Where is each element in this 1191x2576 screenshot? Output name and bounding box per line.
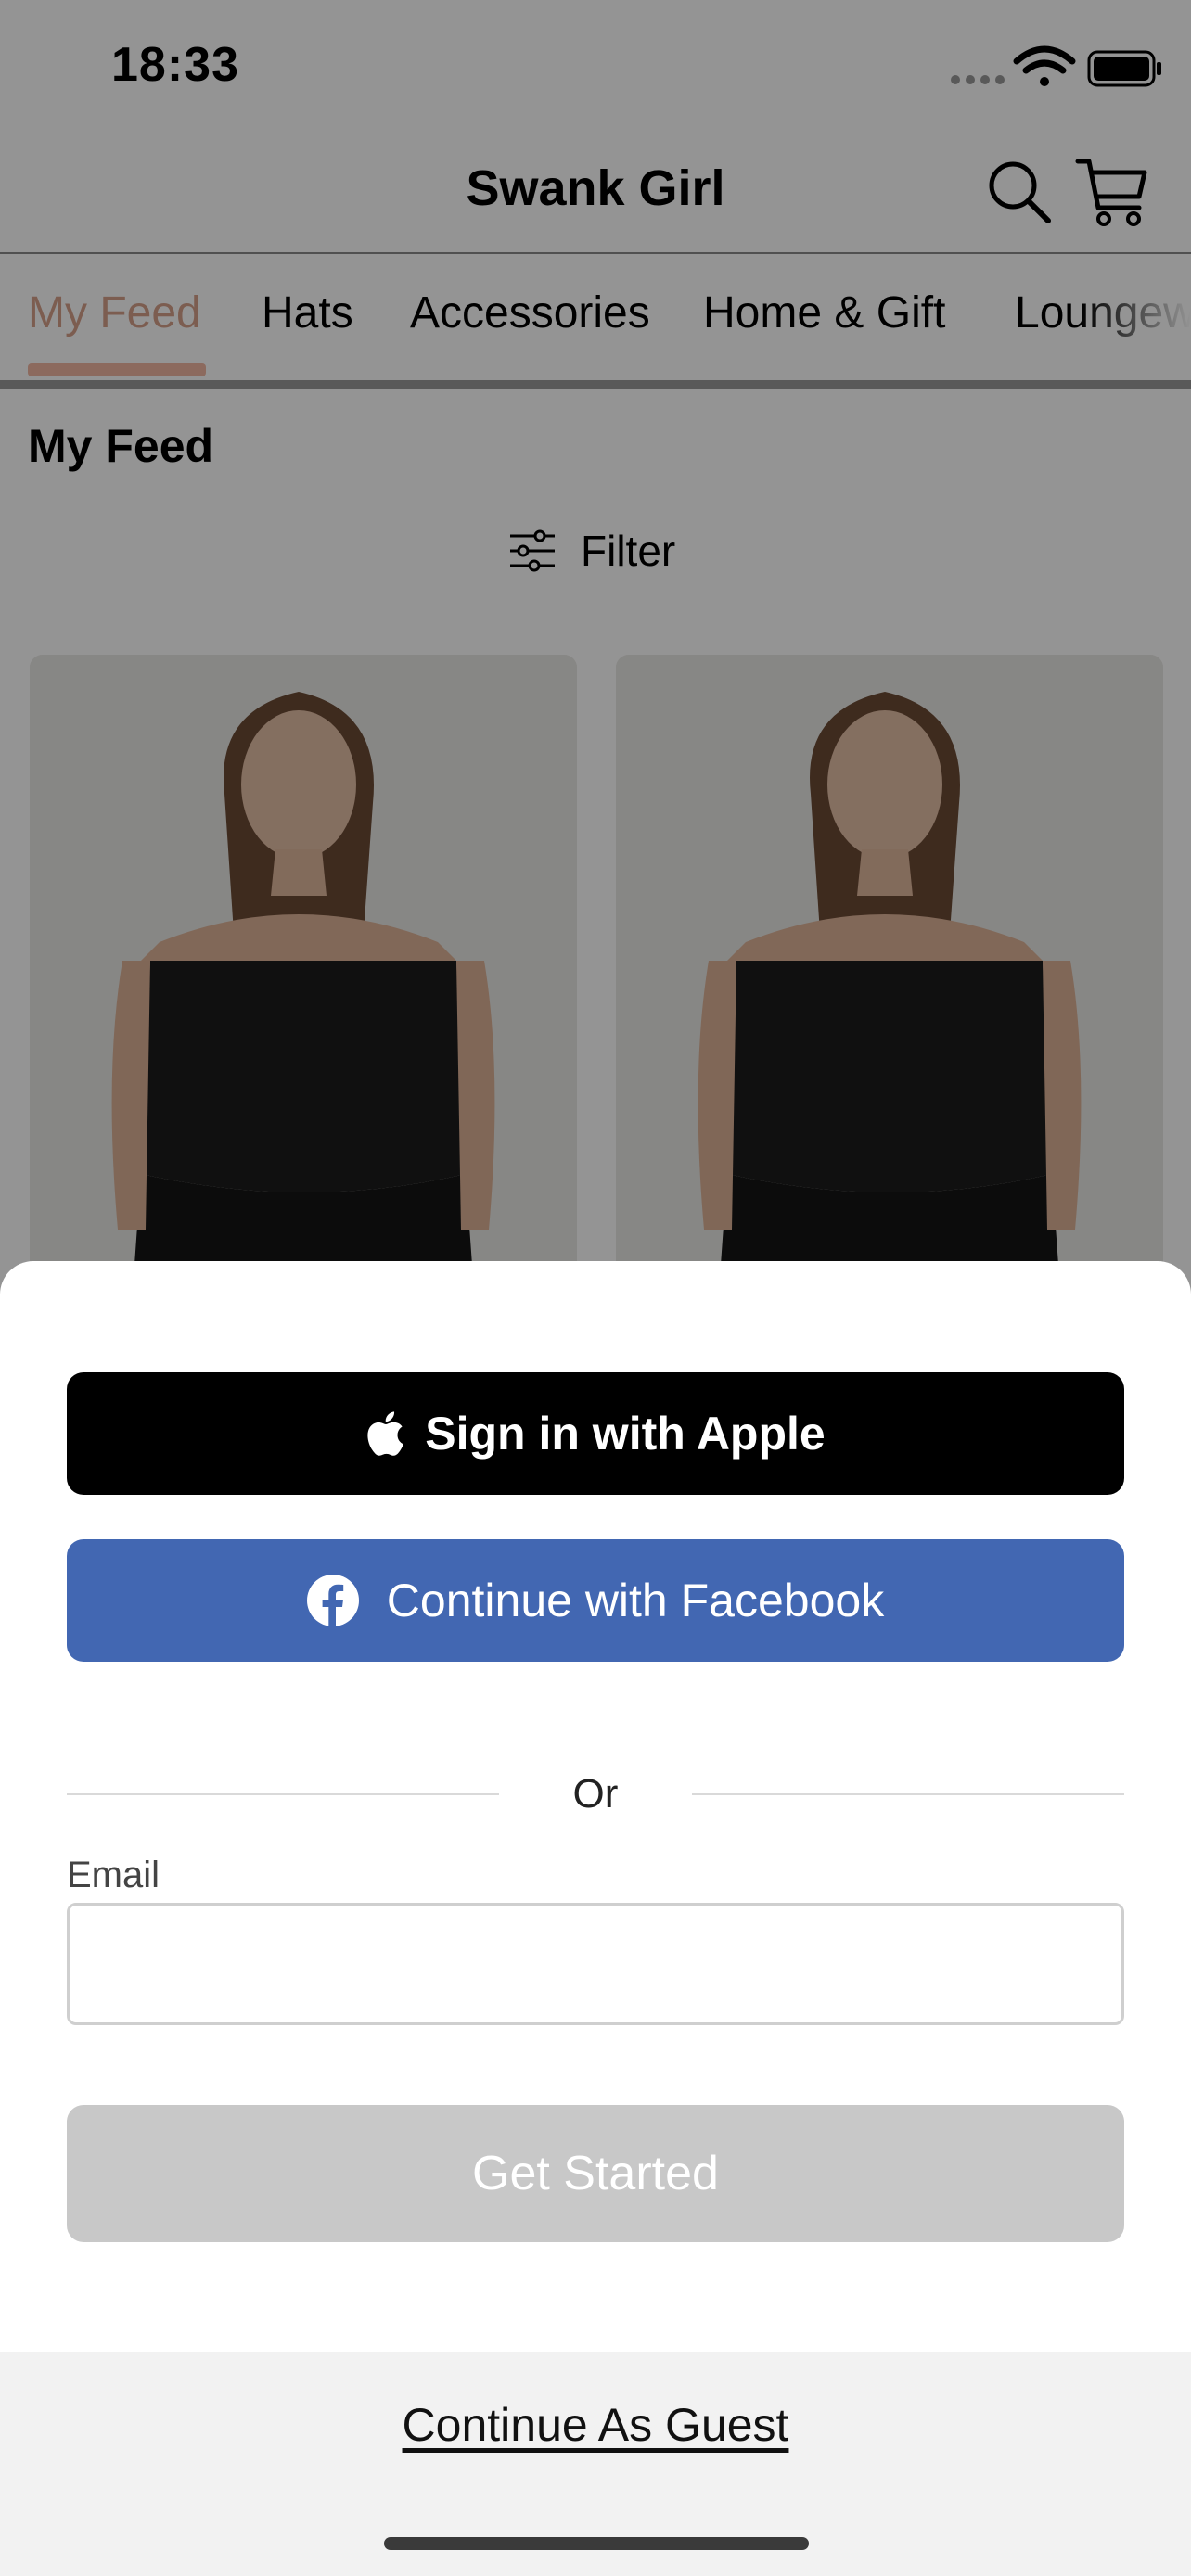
sign-in-sheet: Sign in with Apple Continue with Faceboo… xyxy=(0,1261,1191,2576)
get-started-label: Get Started xyxy=(472,2147,719,2200)
continue-as-guest-link[interactable]: Continue As Guest xyxy=(0,2398,1191,2452)
apple-button-label: Sign in with Apple xyxy=(425,1408,826,1460)
apple-icon xyxy=(367,1411,404,1456)
continue-with-facebook-button[interactable]: Continue with Facebook xyxy=(67,1539,1124,1662)
or-divider: Or xyxy=(67,1766,1124,1821)
email-field[interactable] xyxy=(67,1903,1124,2025)
divider-line-right xyxy=(692,1793,1124,1795)
home-indicator xyxy=(384,2537,809,2550)
sign-in-with-apple-button[interactable]: Sign in with Apple xyxy=(67,1372,1124,1495)
facebook-button-label: Continue with Facebook xyxy=(386,1575,885,1626)
facebook-icon xyxy=(306,1575,359,1626)
guest-footer: Continue As Guest xyxy=(0,2352,1191,2576)
get-started-button[interactable]: Get Started xyxy=(67,2105,1124,2242)
email-label: Email xyxy=(67,1855,160,1895)
